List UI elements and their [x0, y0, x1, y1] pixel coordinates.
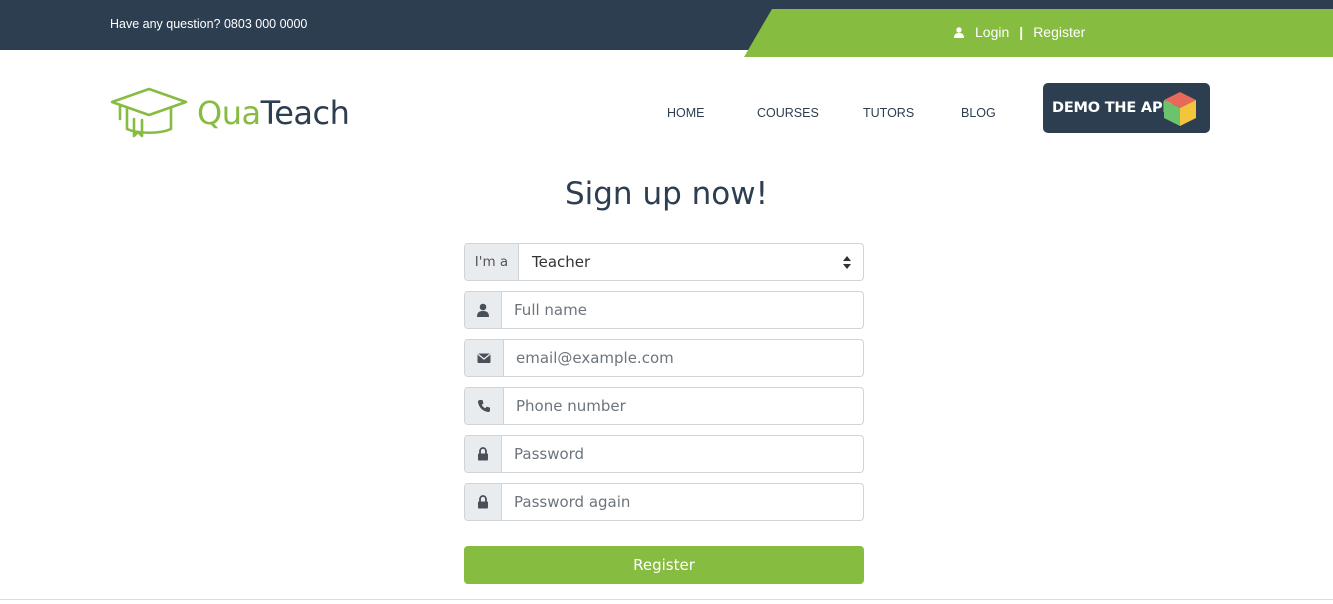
phone-input[interactable]: [504, 388, 863, 424]
brand-logo[interactable]: QuaTeach: [110, 87, 350, 139]
email-addon: [465, 340, 504, 376]
role-select-group: I'm a Teacher: [464, 243, 864, 281]
register-link[interactable]: Register: [1033, 24, 1085, 40]
phone-group: [464, 387, 864, 425]
footer-divider: [0, 599, 1333, 600]
password-again-group: [464, 483, 864, 521]
lock-icon: [478, 495, 488, 509]
brand-name-part1: Qua: [197, 94, 261, 132]
email-input[interactable]: [504, 340, 863, 376]
page-title: Sign up now!: [564, 176, 769, 212]
phone-icon: [477, 400, 490, 413]
register-button[interactable]: Register: [464, 546, 864, 584]
envelope-icon: [477, 353, 491, 363]
role-prefix: I'm a: [465, 244, 519, 280]
phone-addon: [465, 388, 504, 424]
auth-separator: |: [1019, 24, 1024, 40]
password-again-input[interactable]: [502, 484, 863, 520]
brand-name-part2: Teach: [260, 94, 350, 132]
auth-links: Login | Register: [954, 24, 1085, 40]
top-bar: Have any question? 0803 000 0000 Login |…: [0, 0, 1333, 57]
select-arrows-icon: [843, 256, 851, 269]
user-icon: [477, 303, 489, 317]
password-again-addon: [465, 484, 502, 520]
contact-question: Have any question? 0803 000 0000: [110, 17, 308, 31]
nav-item-courses[interactable]: COURSES: [757, 106, 819, 120]
login-link[interactable]: Login: [975, 24, 1009, 40]
graduation-cap-icon: [110, 87, 188, 138]
brand-name: QuaTeach: [197, 94, 350, 132]
fullname-group: [464, 291, 864, 329]
password-group: [464, 435, 864, 473]
demo-app-label: DEMO THE APP: [1052, 100, 1173, 116]
fullname-addon: [465, 292, 502, 328]
lock-icon: [478, 447, 488, 461]
nav-item-home[interactable]: HOME: [667, 106, 705, 120]
user-icon: [954, 26, 964, 38]
cube-icon: [1164, 92, 1196, 126]
fullname-input[interactable]: [502, 292, 863, 328]
nav-item-blog[interactable]: BLOG: [961, 106, 996, 120]
password-input[interactable]: [502, 436, 863, 472]
demo-app-button[interactable]: DEMO THE APP: [1043, 83, 1210, 133]
nav-item-tutors[interactable]: TUTORS: [863, 106, 914, 120]
email-group: [464, 339, 864, 377]
role-select-value: Teacher: [532, 253, 591, 271]
password-addon: [465, 436, 502, 472]
role-select[interactable]: Teacher: [519, 244, 863, 280]
